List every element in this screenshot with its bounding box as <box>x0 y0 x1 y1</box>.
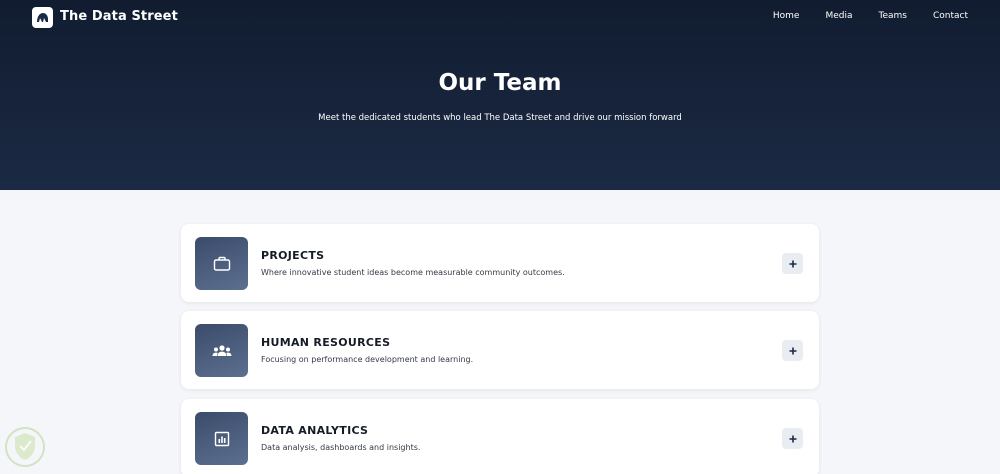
top-navbar: The Data Street Home Media Teams Contact <box>0 0 1000 34</box>
people-icon <box>212 344 231 356</box>
card-icon-tile <box>195 237 248 290</box>
watermark-shield-icon <box>5 427 45 467</box>
card-description: Data analysis, dashboards and insights. <box>261 443 421 452</box>
logo[interactable] <box>32 7 53 28</box>
nav-link-contact[interactable]: Contact <box>933 11 968 21</box>
nav-link-home[interactable]: Home <box>773 11 800 21</box>
briefcase-icon <box>213 256 230 271</box>
expand-button[interactable] <box>782 253 803 274</box>
chart-icon <box>214 431 229 446</box>
page-title: Our Team <box>438 70 562 96</box>
brand-name[interactable]: The Data Street <box>60 9 178 24</box>
card-title: DATA ANALYTICS <box>261 424 369 437</box>
plus-icon <box>789 435 796 442</box>
expand-button[interactable] <box>782 428 803 449</box>
card-description: Focusing on performance development and … <box>261 355 474 364</box>
nav-link-teams[interactable]: Teams <box>879 11 907 21</box>
expand-button[interactable] <box>782 340 803 361</box>
card-title: HUMAN RESOURCES <box>261 336 391 349</box>
plus-icon <box>789 347 796 354</box>
team-card-human-resources[interactable]: HUMAN RESOURCES Focusing on performance … <box>181 311 819 389</box>
card-icon-tile <box>195 412 248 465</box>
team-card-data-analytics[interactable]: DATA ANALYTICS Data analysis, dashboards… <box>181 399 819 474</box>
nav-links: Home Media Teams Contact <box>747 11 968 21</box>
card-icon-tile <box>195 324 248 377</box>
card-description: Where innovative student ideas become me… <box>261 268 565 277</box>
card-title: PROJECTS <box>261 249 325 262</box>
logo-icon <box>37 13 48 22</box>
team-card-projects[interactable]: PROJECTS Where innovative student ideas … <box>181 224 819 302</box>
nav-link-media[interactable]: Media <box>825 11 852 21</box>
page-subtitle: Meet the dedicated students who lead The… <box>318 113 682 123</box>
plus-icon <box>789 260 796 267</box>
hero-banner: The Data Street Home Media Teams Contact… <box>0 0 1000 190</box>
